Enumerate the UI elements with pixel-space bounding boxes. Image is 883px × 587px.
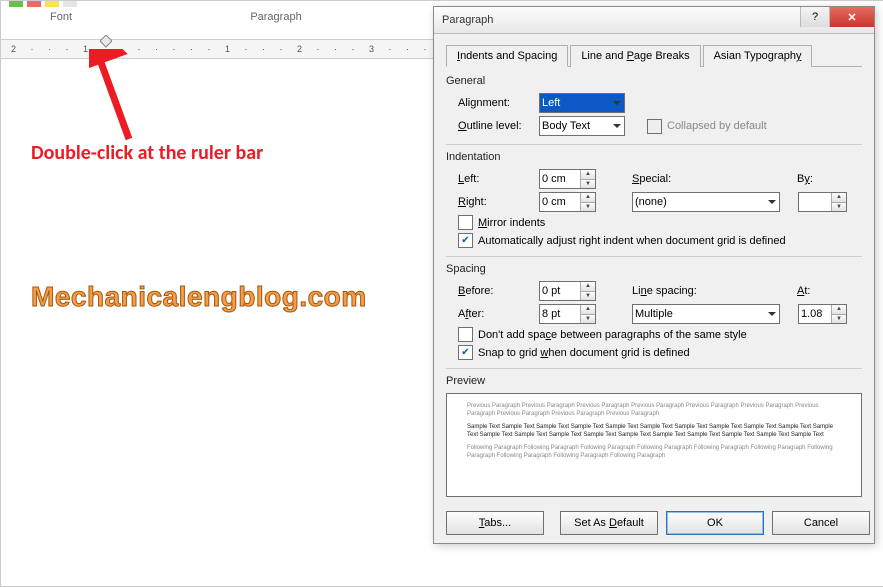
after-spinner[interactable]: ▲▼ (539, 304, 596, 324)
special-label: Special: (632, 173, 727, 185)
ribbon-icons (9, 1, 77, 7)
ruler-bar[interactable]: 2 · · · 1 · · · · · · · 1 · · · 2 · · · … (1, 39, 441, 59)
at-label: At: (797, 285, 810, 297)
ribbon-group-paragraph: Paragraph (121, 11, 431, 23)
group-title: Spacing (446, 263, 862, 275)
dialog-title: Paragraph (442, 14, 493, 26)
tab-line-breaks[interactable]: Line and Page Breaks (570, 45, 700, 67)
tabs-button[interactable]: Tabs... (446, 511, 544, 535)
spin-up-icon[interactable]: ▲ (832, 193, 846, 203)
mirror-label: Mirror indents (478, 217, 545, 229)
indent-right-label: Right: (458, 196, 533, 208)
dialog-tabs: Indents and Spacing Line and Page Breaks… (446, 44, 862, 67)
after-input[interactable] (540, 305, 580, 323)
set-default-button[interactable]: Set As Default (560, 511, 658, 535)
group-indentation: Indentation Left: ▲▼ Special: By: Right:… (446, 151, 862, 248)
tab-asian-typography[interactable]: Asian Typography (703, 45, 813, 67)
auto-adjust-checkbox[interactable]: ✔ (458, 233, 473, 248)
preview-previous: Previous Paragraph Previous Paragraph Pr… (467, 402, 841, 419)
spin-up-icon[interactable]: ▲ (581, 305, 595, 315)
group-spacing: Spacing Before: ▲▼ Line spacing: At: Aft… (446, 263, 862, 360)
spin-down-icon[interactable]: ▼ (832, 203, 846, 212)
group-title: General (446, 75, 862, 87)
group-title: Preview (446, 375, 862, 387)
outline-select[interactable]: Body Text (539, 116, 625, 136)
preview-following: Following Paragraph Following Paragraph … (467, 444, 841, 461)
indent-left-label: Left: (458, 173, 533, 185)
spin-down-icon[interactable]: ▼ (581, 203, 595, 212)
group-general: General Alignment: Left Outline level: B… (446, 75, 862, 136)
help-button[interactable]: ? (800, 7, 829, 27)
before-label: Before: (458, 285, 533, 297)
outline-label: Outline level: (458, 120, 533, 132)
at-input[interactable] (799, 305, 831, 323)
annotation-arrow-icon (89, 49, 159, 147)
spin-down-icon[interactable]: ▼ (581, 315, 595, 324)
mirror-checkbox[interactable] (458, 215, 473, 230)
special-select[interactable]: (none) (632, 192, 780, 212)
preview-box: Previous Paragraph Previous Paragraph Pr… (446, 393, 862, 497)
ok-button[interactable]: OK (666, 511, 764, 535)
annotation-text: Double-click at the ruler bar (31, 141, 263, 165)
before-input[interactable] (540, 282, 580, 300)
nospace-label: Don't add space between paragraphs of th… (478, 329, 747, 341)
after-label: After: (458, 308, 533, 320)
preview-sample: Sample Text Sample Text Sample Text Samp… (467, 423, 841, 440)
line-spacing-select[interactable]: Multiple (632, 304, 780, 324)
indent-marker-icon[interactable] (100, 35, 112, 45)
snap-checkbox[interactable]: ✔ (458, 345, 473, 360)
indent-left-input[interactable] (540, 170, 580, 188)
alignment-label: Alignment: (458, 97, 533, 109)
indent-left-spinner[interactable]: ▲▼ (539, 169, 596, 189)
snap-label: Snap to grid when document grid is defin… (478, 347, 690, 359)
nospace-checkbox[interactable] (458, 327, 473, 342)
spin-down-icon[interactable]: ▼ (581, 180, 595, 189)
collapsed-checkbox (647, 119, 662, 134)
spin-up-icon[interactable]: ▲ (832, 305, 846, 315)
indent-right-spinner[interactable]: ▲▼ (539, 192, 596, 212)
close-button[interactable]: ✕ (829, 7, 874, 27)
watermark-text: Mechanicalengblog.com (31, 281, 367, 313)
group-title: Indentation (446, 151, 862, 163)
spin-up-icon[interactable]: ▲ (581, 193, 595, 203)
group-preview: Preview Previous Paragraph Previous Para… (446, 375, 862, 497)
by-spinner[interactable]: ▲▼ (798, 192, 847, 212)
tab-label: ndents and Spacing (460, 50, 557, 62)
auto-adjust-label: Automatically adjust right indent when d… (478, 235, 786, 247)
tab-indents-spacing[interactable]: Indents and Spacing (446, 45, 568, 67)
spin-up-icon[interactable]: ▲ (581, 170, 595, 180)
dialog-button-row: Tabs... Set As Default OK Cancel (446, 505, 862, 535)
by-label: By: (797, 173, 813, 185)
spin-down-icon[interactable]: ▼ (581, 292, 595, 301)
alignment-select[interactable]: Left (539, 93, 625, 113)
spin-up-icon[interactable]: ▲ (581, 282, 595, 292)
ribbon-group-font: Font (1, 11, 121, 23)
collapsed-label: Collapsed by default (667, 120, 767, 132)
spin-down-icon[interactable]: ▼ (832, 315, 846, 324)
line-spacing-label: Line spacing: (632, 285, 727, 297)
paragraph-dialog: Paragraph ? ✕ Indents and Spacing Line a… (433, 6, 875, 544)
before-spinner[interactable]: ▲▼ (539, 281, 596, 301)
at-spinner[interactable]: ▲▼ (798, 304, 847, 324)
dialog-titlebar[interactable]: Paragraph ? ✕ (434, 7, 874, 34)
cancel-button[interactable]: Cancel (772, 511, 870, 535)
by-input[interactable] (799, 193, 831, 211)
indent-right-input[interactable] (540, 193, 580, 211)
